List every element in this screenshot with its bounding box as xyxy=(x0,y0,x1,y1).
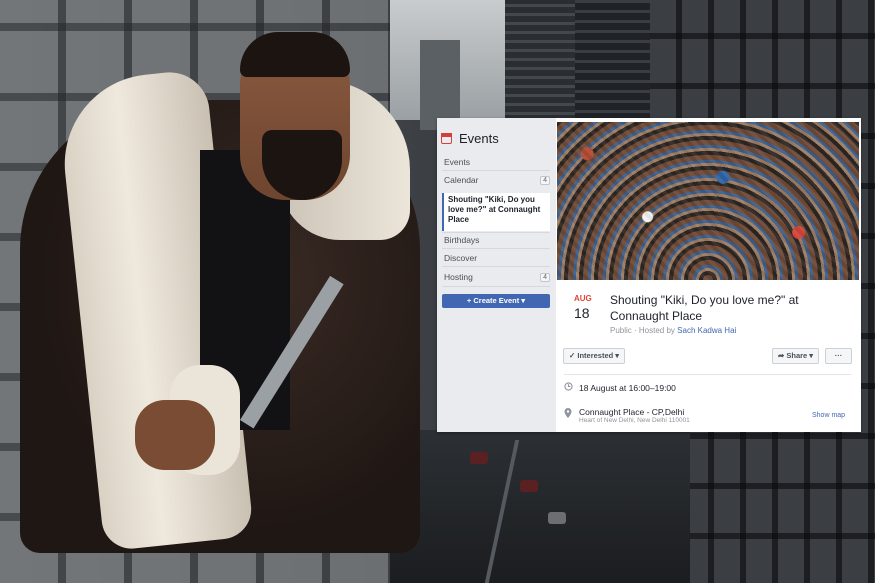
divider xyxy=(442,266,550,267)
share-button[interactable]: ➦ Share ▾ xyxy=(772,348,820,364)
event-time: 18 August at 16:00–19:00 xyxy=(579,383,676,393)
sidebar-item-birthdays[interactable]: Birthdays xyxy=(444,235,550,245)
sidebar-item-selected-event[interactable]: Shouting "Kiki, Do you love me?" at Conn… xyxy=(442,193,550,231)
sidebar-item-hosting[interactable]: Hosting 4 xyxy=(444,272,550,282)
count-badge: 4 xyxy=(540,272,550,282)
create-event-button[interactable]: + Create Event ▾ xyxy=(442,294,550,308)
events-sidebar: Events Events Calendar 4 Shouting "Kiki,… xyxy=(437,118,556,432)
sidebar-item-label: Hosting xyxy=(444,272,473,282)
calendar-icon xyxy=(441,132,452,144)
divider xyxy=(442,232,550,233)
sidebar-item-discover[interactable]: Discover xyxy=(444,253,550,263)
more-options-button[interactable]: ··· xyxy=(825,348,852,364)
event-cover-photo xyxy=(557,122,859,280)
divider xyxy=(564,374,851,375)
sidebar-item-label: Calendar xyxy=(444,175,479,185)
clock-icon xyxy=(564,382,573,393)
event-location[interactable]: Connaught Place - CP,Delhi xyxy=(579,407,684,417)
hosted-by-label: · Hosted by xyxy=(631,326,678,335)
event-meta: Public · Hosted by Sach Kadwa Hai xyxy=(610,326,736,335)
event-detail: AUG 18 Shouting "Kiki, Do you love me?" … xyxy=(556,118,861,432)
privacy-label: Public xyxy=(610,326,632,335)
events-card: Events Events Calendar 4 Shouting "Kiki,… xyxy=(437,118,861,432)
host-link[interactable]: Sach Kadwa Hai xyxy=(677,326,736,335)
sidebar-item-label: Birthdays xyxy=(444,235,480,245)
hair xyxy=(240,32,350,77)
pin-icon xyxy=(564,408,572,420)
event-title: Shouting "Kiki, Do you love me?" at Conn… xyxy=(610,293,799,323)
divider xyxy=(442,286,550,287)
hand xyxy=(135,400,215,470)
sidebar-item-label: Discover xyxy=(444,253,478,263)
sidebar-item-calendar[interactable]: Calendar 4 xyxy=(444,175,550,185)
divider xyxy=(442,248,550,249)
divider xyxy=(442,170,550,171)
count-badge: 4 xyxy=(540,175,550,185)
event-address: Heart of New Delhi, New Delhi 110001 xyxy=(579,417,690,424)
sidebar-item-events[interactable]: Events xyxy=(444,157,550,167)
event-month: AUG xyxy=(574,294,592,303)
sidebar-header: Events xyxy=(441,128,499,148)
sidebar-title: Events xyxy=(459,130,499,146)
interested-button[interactable]: ✓ Interested ▾ xyxy=(563,348,626,364)
sidebar-item-label: Events xyxy=(444,157,470,167)
event-day: 18 xyxy=(574,305,590,321)
show-map-link[interactable]: Show map xyxy=(812,412,845,419)
